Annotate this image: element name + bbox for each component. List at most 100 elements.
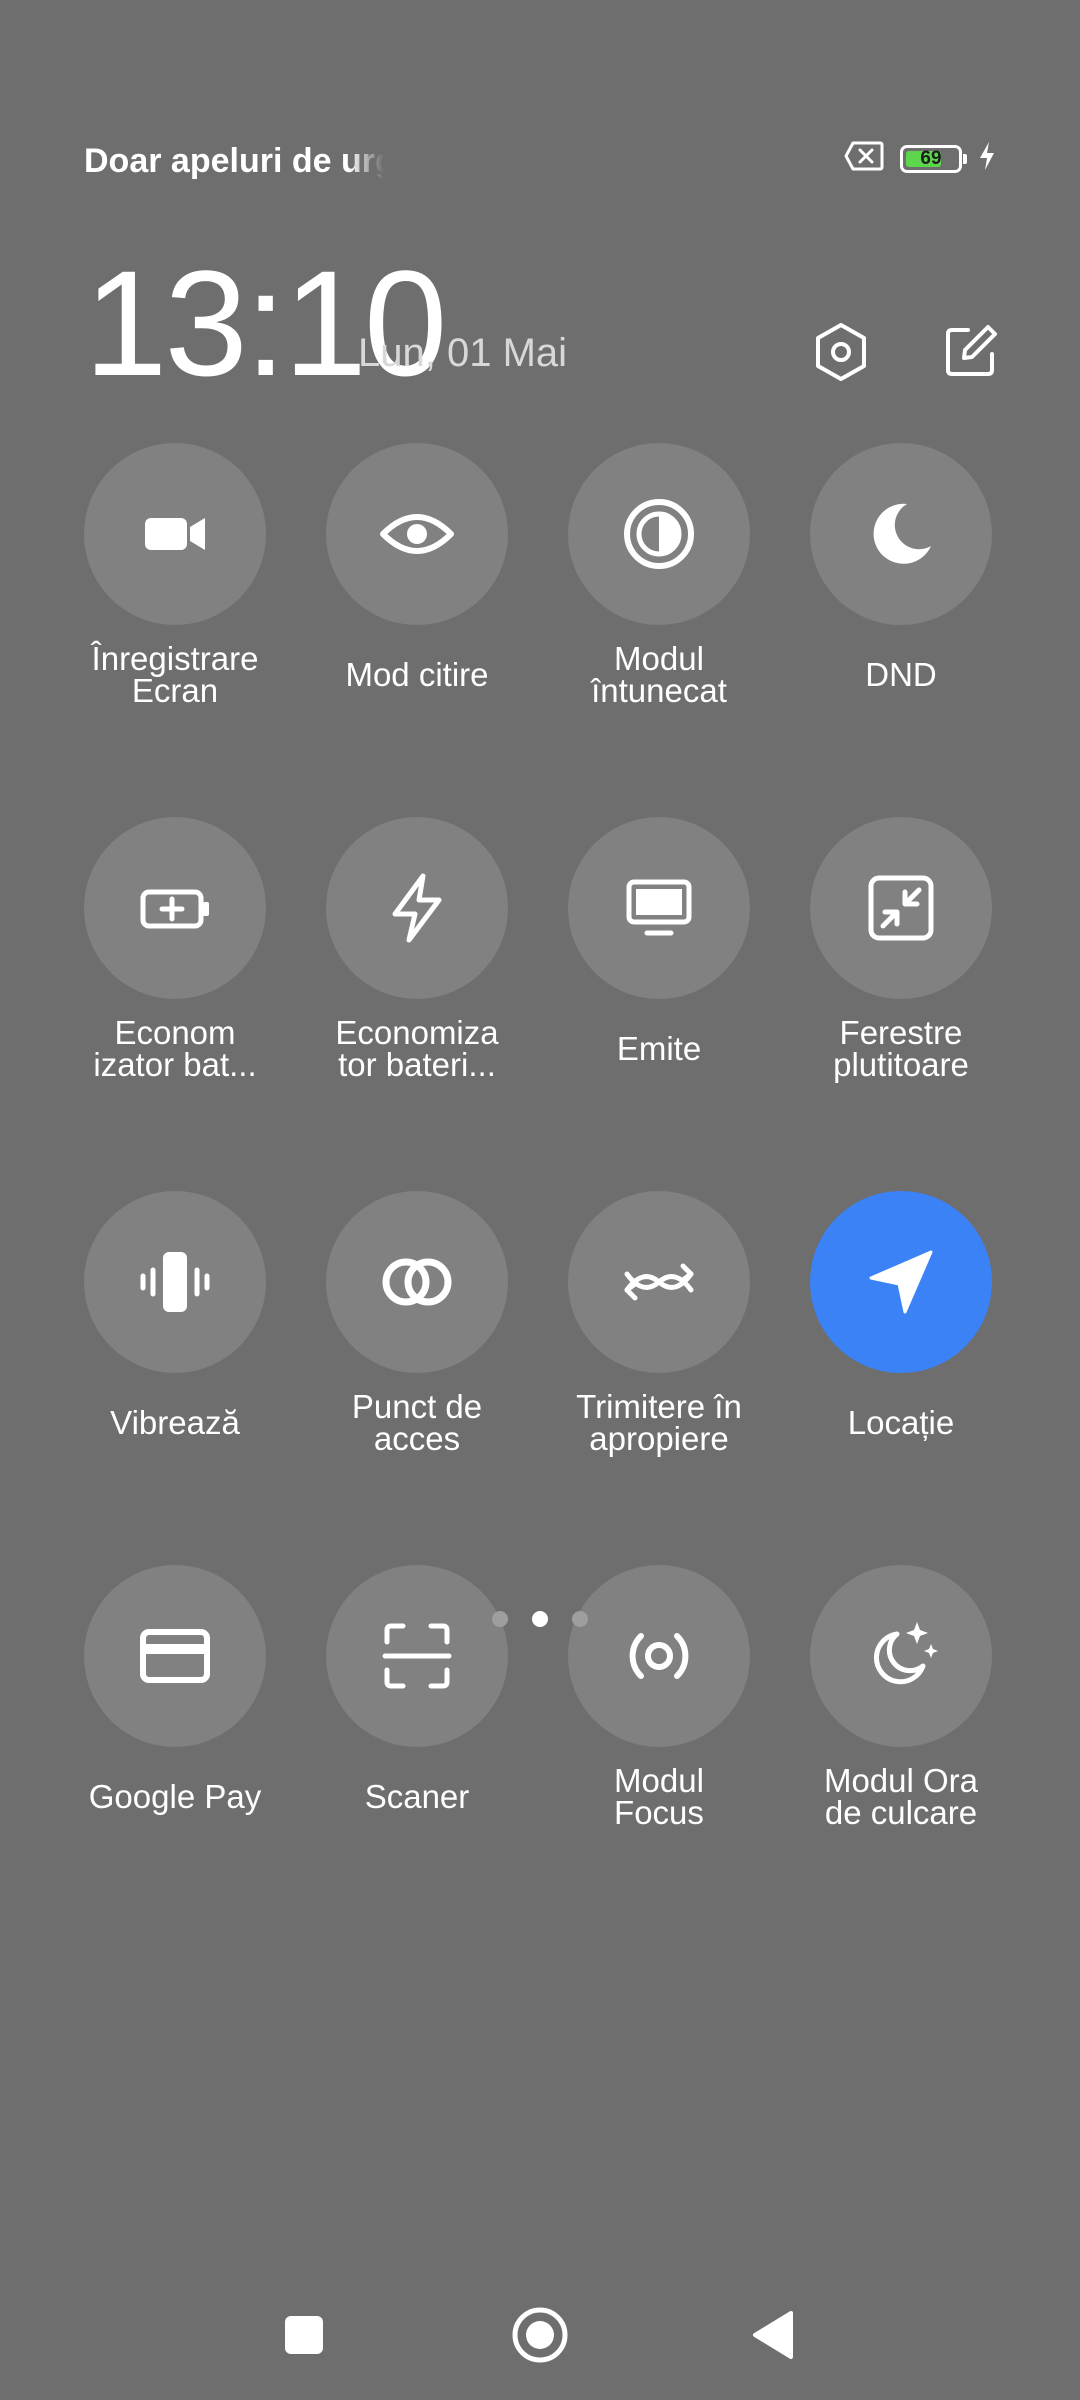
tile-label-line2: apropiere bbox=[589, 1420, 729, 1457]
tile-label-line1: Modul bbox=[614, 1762, 704, 1799]
tile-button-video-camera[interactable] bbox=[84, 443, 266, 625]
settings-hexagon-icon bbox=[816, 323, 866, 381]
square-icon bbox=[285, 2316, 323, 2354]
back-button[interactable] bbox=[728, 2290, 818, 2380]
tile-bedtime[interactable]: Modul Ora de culcare bbox=[810, 1565, 992, 1829]
tile-label: Google Pay bbox=[65, 1765, 285, 1829]
tile-location-arrow[interactable]: Locație bbox=[810, 1191, 992, 1455]
page-dot[interactable] bbox=[532, 1611, 548, 1627]
video-camera-icon bbox=[135, 494, 215, 574]
tile-label-line1: Trimitere în bbox=[576, 1388, 742, 1425]
tile-eye[interactable]: Mod citire bbox=[326, 443, 508, 707]
navigation-bar bbox=[0, 2290, 1080, 2380]
tile-label-line2: întunecat bbox=[591, 672, 727, 709]
tile-button-lightning[interactable] bbox=[326, 817, 508, 999]
tile-label: Economiza tor bateri... bbox=[307, 1014, 527, 1083]
tile-label: DND bbox=[791, 643, 1011, 707]
tile-button-dark-mode[interactable] bbox=[568, 443, 750, 625]
back-triangle-icon bbox=[753, 2311, 793, 2359]
location-arrow-icon bbox=[861, 1242, 941, 1322]
tile-label: Emite bbox=[549, 1017, 769, 1081]
tile-button-battery-saver[interactable] bbox=[84, 817, 266, 999]
page-dot[interactable] bbox=[492, 1611, 508, 1627]
tile-label-line1: Economiza bbox=[335, 1014, 499, 1051]
tile-label-line1: Google Pay bbox=[88, 1778, 262, 1815]
tile-button-credit-card[interactable] bbox=[84, 1565, 266, 1747]
recents-button[interactable] bbox=[259, 2290, 349, 2380]
tile-label-line2: acces bbox=[373, 1420, 461, 1457]
settings-button[interactable] bbox=[801, 312, 881, 392]
tile-credit-card[interactable]: Google Pay bbox=[84, 1565, 266, 1829]
home-button[interactable] bbox=[495, 2290, 585, 2380]
tile-dark-mode[interactable]: Modul întunecat bbox=[568, 443, 750, 707]
clock: 13:10 bbox=[84, 239, 447, 407]
status-icons: 69 bbox=[844, 140, 996, 177]
tile-label-line2: Ecran bbox=[131, 672, 219, 709]
status-text: Doar apeluri de urgență bbox=[84, 142, 384, 180]
tile-label: Locație bbox=[791, 1391, 1011, 1455]
tile-label-line2: Focus bbox=[614, 1794, 704, 1831]
tile-button-scanner[interactable] bbox=[326, 1565, 508, 1747]
tile-button-moon[interactable] bbox=[810, 443, 992, 625]
tile-label-line2: tor bateri... bbox=[338, 1046, 496, 1083]
tile-button-hotspot-link[interactable] bbox=[326, 1191, 508, 1373]
tile-label: Mod citire bbox=[307, 643, 527, 707]
status-bar: Doar apeluri de urgență 69 bbox=[84, 130, 996, 194]
no-sim-icon bbox=[844, 140, 884, 177]
page-dot[interactable] bbox=[572, 1611, 588, 1627]
dark-mode-icon bbox=[619, 494, 699, 574]
tile-label-line1: DND bbox=[865, 656, 937, 693]
tile-button-focus-mode[interactable] bbox=[568, 1565, 750, 1747]
tile-label-line1: Înregistrare bbox=[91, 640, 259, 677]
tile-button-vibrate[interactable] bbox=[84, 1191, 266, 1373]
tile-cast-screen[interactable]: Emite bbox=[568, 817, 750, 1081]
tile-lightning[interactable]: Economiza tor bateri... bbox=[326, 817, 508, 1081]
tile-button-eye[interactable] bbox=[326, 443, 508, 625]
tile-nearby-share[interactable]: Trimitere în apropiere bbox=[568, 1191, 750, 1455]
tile-label-line1: Modul Ora bbox=[823, 1762, 979, 1799]
edit-button[interactable] bbox=[930, 312, 1010, 392]
tile-label-line1: Modul bbox=[614, 640, 704, 677]
nearby-share-icon bbox=[619, 1242, 699, 1322]
tile-focus-mode[interactable]: Modul Focus bbox=[568, 1565, 750, 1829]
battery-icon: 69 bbox=[900, 144, 967, 173]
charging-icon bbox=[978, 141, 996, 176]
focus-mode-icon bbox=[619, 1616, 699, 1696]
tile-scanner[interactable]: Scaner bbox=[326, 1565, 508, 1829]
tile-hotspot-link[interactable]: Punct de acces bbox=[326, 1191, 508, 1455]
tile-button-nearby-share[interactable] bbox=[568, 1191, 750, 1373]
tile-label-line1: Punct de bbox=[351, 1388, 483, 1425]
tile-label-line1: Scaner bbox=[364, 1778, 470, 1815]
tile-label-line2: de culcare bbox=[824, 1794, 978, 1831]
lightning-icon bbox=[377, 868, 457, 948]
tile-label: Trimitere în apropiere bbox=[549, 1388, 769, 1457]
tile-label-line2: izator bat... bbox=[93, 1046, 257, 1083]
tile-label: Modul Ora de culcare bbox=[791, 1762, 1011, 1831]
scanner-icon bbox=[377, 1616, 457, 1696]
home-circle-icon bbox=[512, 2307, 568, 2363]
tile-button-bedtime[interactable] bbox=[810, 1565, 992, 1747]
tile-label: Înregistrare Ecran bbox=[65, 640, 285, 709]
tile-label: Ferestre plutitoare bbox=[791, 1014, 1011, 1081]
tile-button-floating-window[interactable] bbox=[810, 817, 992, 999]
tile-label-line1: Vibrează bbox=[110, 1404, 240, 1441]
tile-label: Vibrează bbox=[65, 1391, 285, 1455]
battery-saver-icon bbox=[135, 868, 215, 948]
tile-button-location-arrow[interactable] bbox=[810, 1191, 992, 1373]
tile-vibrate[interactable]: Vibrează bbox=[84, 1191, 266, 1455]
tile-floating-window[interactable]: Ferestre plutitoare bbox=[810, 817, 992, 1081]
tile-video-camera[interactable]: Înregistrare Ecran bbox=[84, 443, 266, 707]
tile-label: Econom izator bat... bbox=[65, 1014, 285, 1083]
tile-label-line1: Econom bbox=[114, 1014, 236, 1051]
tile-moon[interactable]: DND bbox=[810, 443, 992, 707]
vibrate-icon bbox=[135, 1242, 215, 1322]
tile-label-line1: Locație bbox=[847, 1404, 955, 1441]
tile-battery-saver[interactable]: Econom izator bat... bbox=[84, 817, 266, 1081]
cast-screen-icon bbox=[619, 868, 699, 948]
date: Lun, 01 Mai bbox=[358, 331, 568, 375]
moon-icon bbox=[861, 494, 941, 574]
battery-level: 69 bbox=[920, 147, 942, 169]
credit-card-icon bbox=[135, 1616, 215, 1696]
tile-label-line1: Ferestre bbox=[839, 1014, 963, 1051]
tile-button-cast-screen[interactable] bbox=[568, 817, 750, 999]
